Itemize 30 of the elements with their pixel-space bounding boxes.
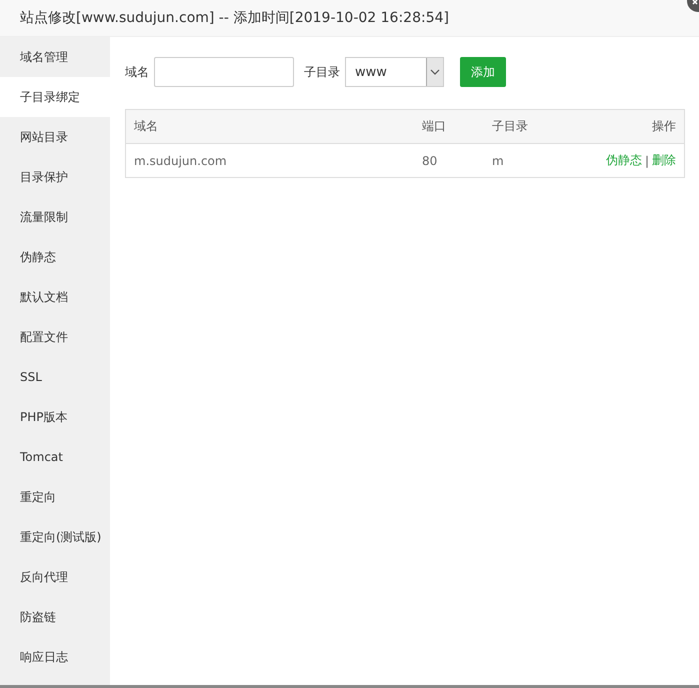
sidebar-item[interactable]: PHP版本	[0, 397, 110, 437]
table-cell-text: 80	[422, 154, 438, 168]
column-header: 操作	[651, 118, 676, 135]
sidebar-item[interactable]: 伪静态	[0, 237, 110, 277]
subdirectory-select[interactable]: www	[345, 57, 444, 87]
sidebar-item[interactable]: 反向代理	[0, 557, 110, 597]
sidebar-item[interactable]: SSL	[0, 357, 110, 397]
sidebar-item[interactable]: 防盗链	[0, 597, 110, 637]
sidebar-item[interactable]: 目录保护	[0, 157, 110, 197]
sidebar-item[interactable]: 域名管理	[0, 37, 110, 77]
column-header: 域名	[134, 118, 159, 135]
sidebar-item[interactable]: 重定向(测试版)	[0, 517, 110, 557]
sidebar-item[interactable]: 子目录绑定	[0, 77, 110, 117]
sidebar-item[interactable]: 流量限制	[0, 197, 110, 237]
sidebar-item[interactable]: 默认文档	[0, 277, 110, 317]
sidebar-item[interactable]: 重定向	[0, 477, 110, 517]
table-cell-text: m.sudujun.com	[134, 154, 228, 168]
sidebar-item[interactable]: 网站目录	[0, 117, 110, 157]
table-cell-text: m	[492, 154, 505, 168]
sidebar-item[interactable]: 响应日志	[0, 637, 110, 677]
column-header: 端口	[422, 118, 447, 135]
column-header: 子目录	[492, 118, 529, 135]
subdirectory-label: 子目录	[304, 64, 340, 80]
domain-input[interactable]	[154, 57, 294, 87]
caret-icon	[426, 58, 443, 86]
separator: |	[644, 154, 649, 168]
domain-label: 域名	[125, 64, 149, 80]
window-title: 站点修改[www.sudujun.com] -- 添加时间[2019-10-02 16:28:54]	[20, 9, 449, 27]
sidebar-item[interactable]: Tomcat	[0, 437, 110, 477]
sidebar-item[interactable]: 配置文件	[0, 317, 110, 357]
